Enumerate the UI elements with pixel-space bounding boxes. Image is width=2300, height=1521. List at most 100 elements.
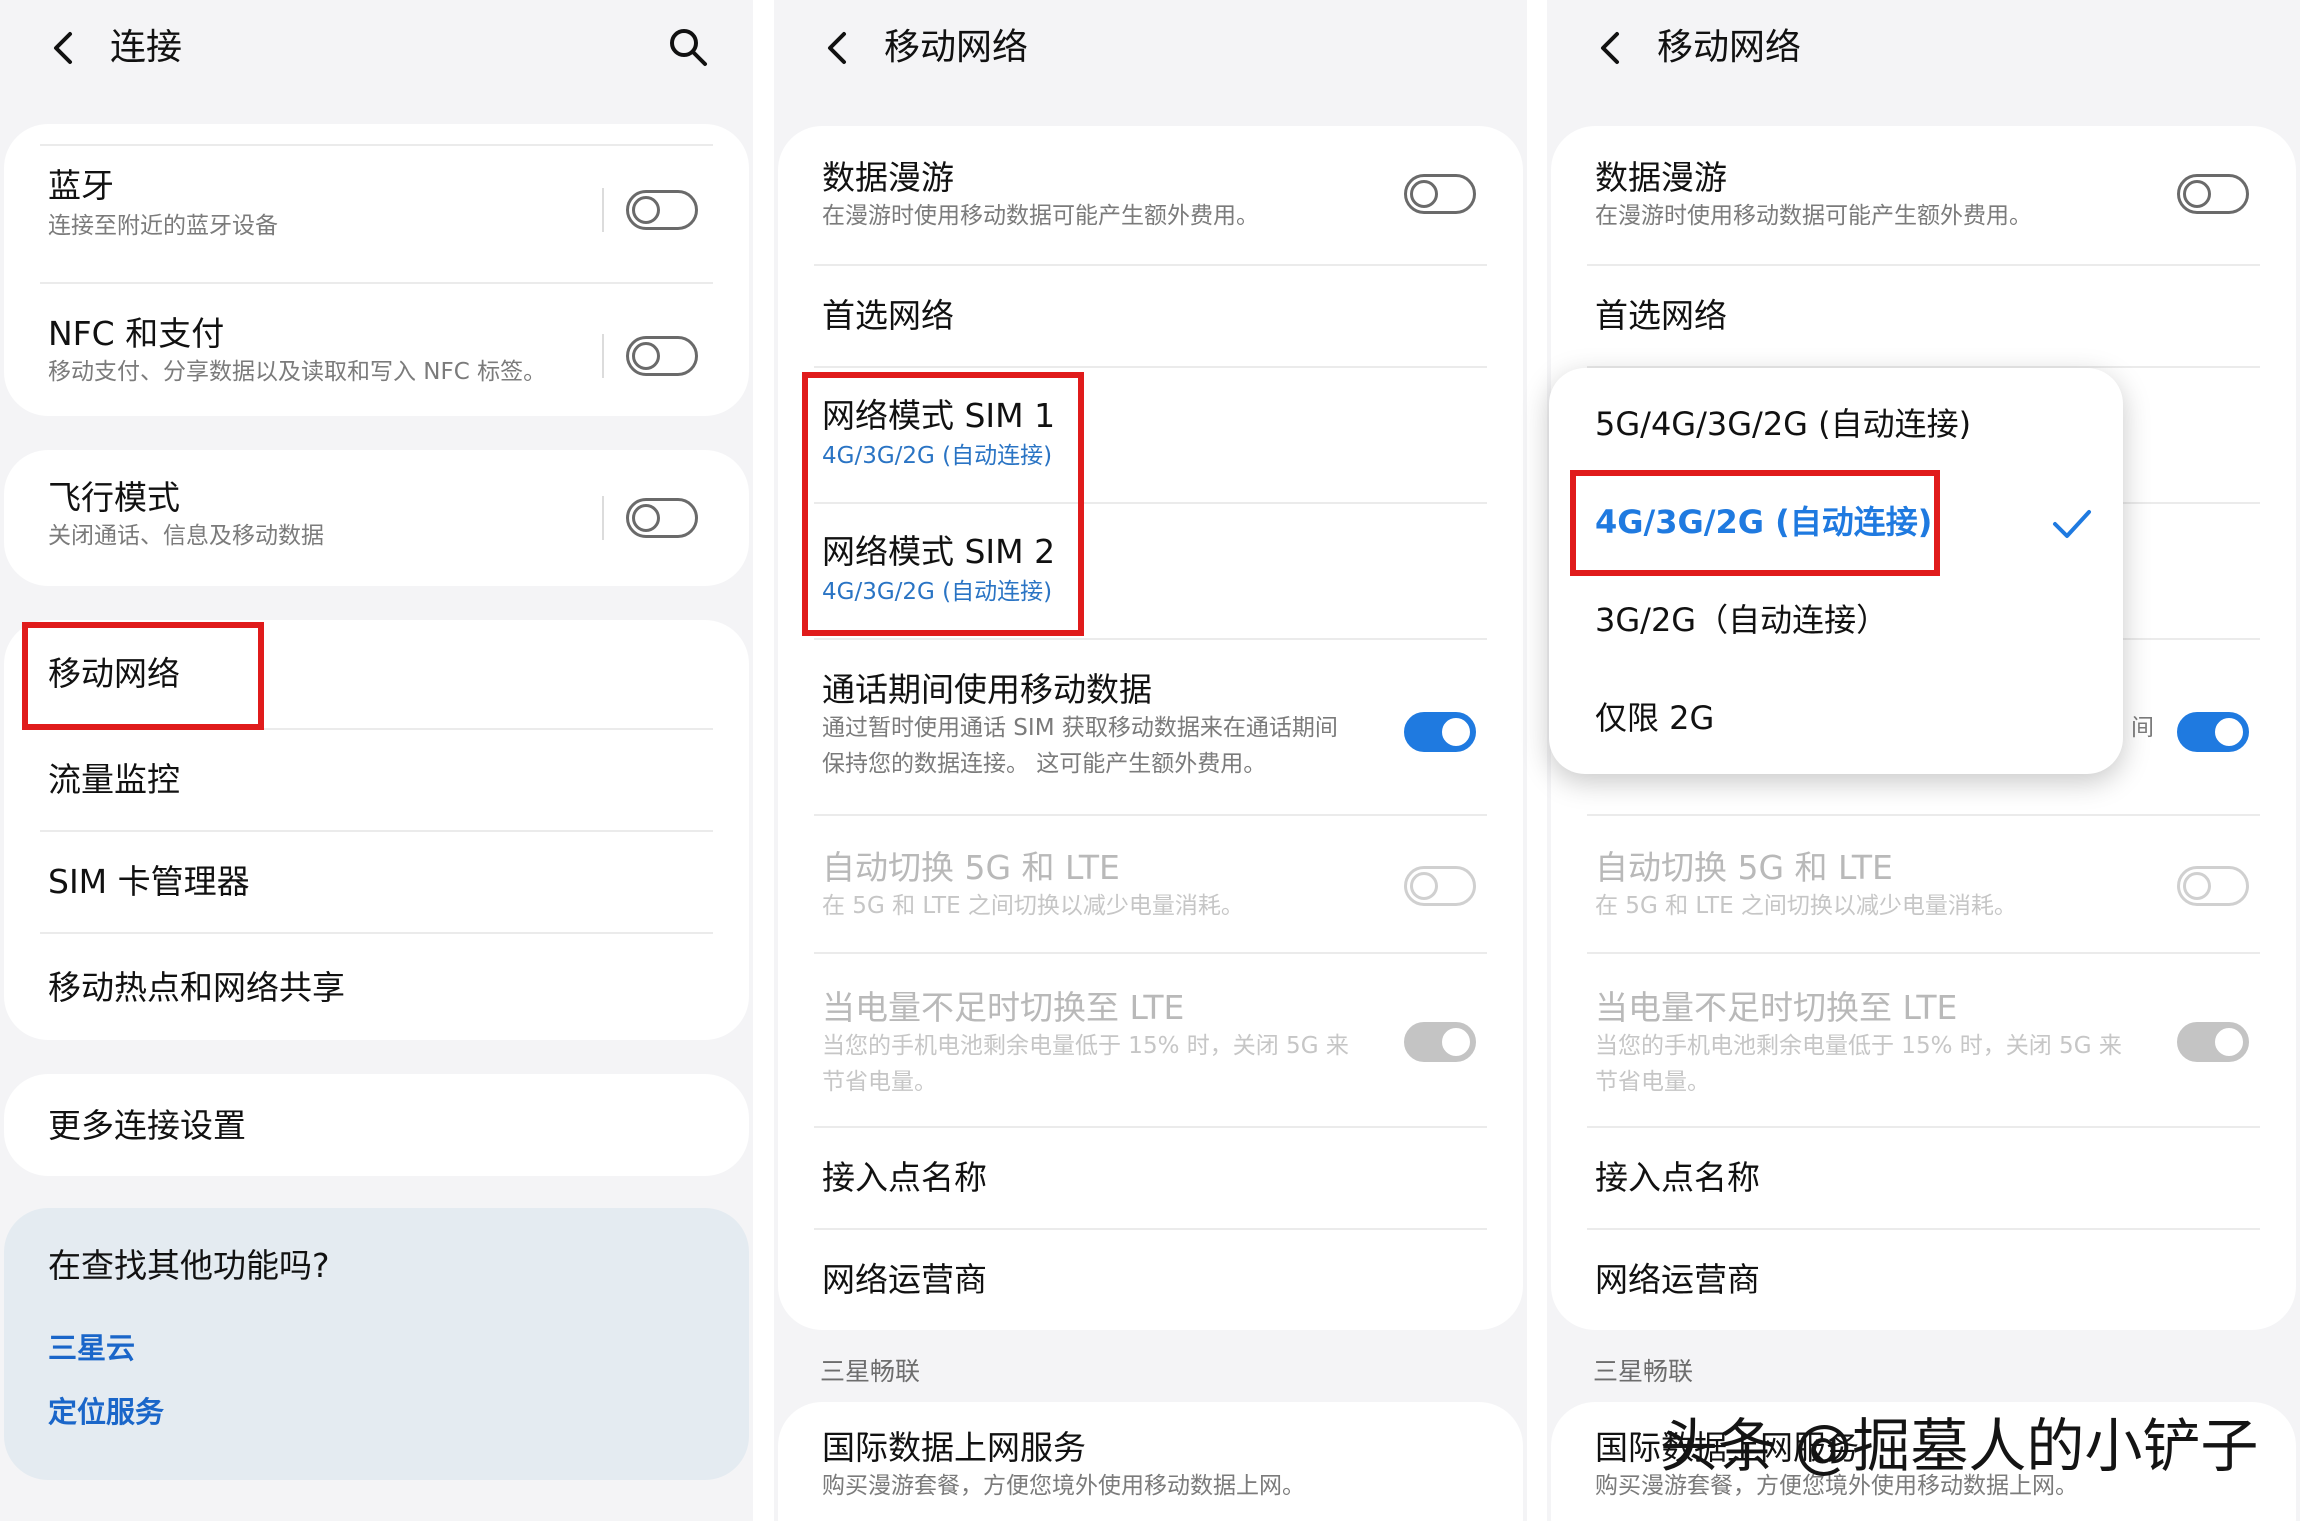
toggle-knob: [2183, 872, 2211, 900]
low-battery-row: 当电量不足时切换至 LTE 当您的手机电池剩余电量低于 15% 时，关闭 5G …: [1551, 954, 2296, 1126]
more-settings-row[interactable]: 更多连接设置: [4, 1074, 749, 1176]
hotspot-title: 移动热点和网络共享: [48, 968, 345, 1007]
separator: [602, 496, 604, 540]
airplane-toggle[interactable]: [626, 498, 698, 538]
connections-card-1: 蓝牙 连接至附近的蓝牙设备 NFC 和支付 移动支付、分享数据以及读取和写入 N…: [4, 124, 749, 416]
call-data-subtitle-1: 通过暂时使用通话 SIM 获取移动数据来在通话期间: [822, 715, 1338, 741]
airplane-mode-row[interactable]: 飞行模式 关闭通话、信息及移动数据: [4, 450, 749, 586]
airplane-card: 飞行模式 关闭通话、信息及移动数据: [4, 450, 749, 586]
low-battery-subtitle-2: 节省电量。: [822, 1069, 937, 1095]
low-battery-subtitle-1: 当您的手机电池剩余电量低于 15% 时，关闭 5G 来: [822, 1033, 1349, 1059]
roaming-toggle[interactable]: [2177, 174, 2249, 214]
samsung-cloud-link[interactable]: 三星云: [48, 1328, 135, 1368]
roaming-subtitle: 在漫游时使用移动数据可能产生额外费用。: [822, 203, 1259, 229]
toggle-knob: [1410, 872, 1438, 900]
back-arrow-icon[interactable]: [820, 28, 856, 68]
separator: [602, 188, 604, 232]
network-operators-row[interactable]: 网络运营商: [778, 1230, 1523, 1330]
nfc-subtitle: 移动支付、分享数据以及读取和写入 NFC 标签。: [48, 359, 547, 385]
mobile-network-screen: 移动网络 数据漫游 在漫游时使用移动数据可能产生额外费用。 首选网络 网络模式 …: [774, 0, 1527, 1521]
toggle-knob: [2183, 180, 2211, 208]
suggestions-card: 在查找其他功能吗? 三星云 定位服务: [4, 1208, 749, 1480]
highlight-box: [1570, 470, 1940, 576]
call-data-subtitle-2: 保持您的数据连接。 这可能产生额外费用。: [822, 751, 1267, 777]
section-header: 三星畅联: [1593, 1357, 1694, 1386]
page-title: 移动网络: [884, 27, 1029, 68]
bluetooth-subtitle: 连接至附近的蓝牙设备: [48, 213, 278, 239]
toggle-knob: [2215, 1028, 2243, 1056]
preferred-network-row[interactable]: 首选网络: [1551, 266, 2296, 366]
low-battery-toggle: [1404, 1022, 1476, 1062]
roaming-title: 数据漫游: [1595, 158, 1727, 197]
toggle-knob: [1442, 718, 1470, 746]
low-battery-subtitle-1: 当您的手机电池剩余电量低于 15% 时，关闭 5G 来: [1595, 1033, 2122, 1059]
intl-data-row[interactable]: 国际数据上网服务 购买漫游套餐，方便您境外使用移动数据上网。: [778, 1402, 1523, 1521]
data-usage-row[interactable]: 流量监控: [4, 730, 749, 830]
data-usage-title: 流量监控: [48, 760, 180, 799]
auto-switch-row: 自动切换 5G 和 LTE 在 5G 和 LTE 之间切换以减少电量消耗。: [1551, 816, 2296, 952]
network-operators-row[interactable]: 网络运营商: [1551, 1230, 2296, 1330]
network-operators-title: 网络运营商: [822, 1260, 987, 1299]
low-battery-row: 当电量不足时切换至 LTE 当您的手机电池剩余电量低于 15% 时，关闭 5G …: [778, 954, 1523, 1126]
sim-manager-row[interactable]: SIM 卡管理器: [4, 832, 749, 932]
toggle-knob: [632, 504, 660, 532]
call-data-row[interactable]: 通话期间使用移动数据 通过暂时使用通话 SIM 获取移动数据来在通话期间 保持您…: [778, 640, 1523, 814]
nfc-row[interactable]: NFC 和支付 移动支付、分享数据以及读取和写入 NFC 标签。: [4, 284, 749, 416]
option-2g-only[interactable]: 仅限 2G: [1595, 696, 1714, 740]
nfc-toggle[interactable]: [626, 336, 698, 376]
toggle-knob: [2215, 718, 2243, 746]
low-battery-title: 当电量不足时切换至 LTE: [822, 988, 1185, 1027]
apn-title: 接入点名称: [1595, 1158, 1760, 1197]
app-bar: 连接: [0, 0, 753, 98]
apn-row[interactable]: 接入点名称: [1551, 1128, 2296, 1228]
highlight-box: [802, 372, 1084, 636]
toggle-knob: [1442, 1028, 1470, 1056]
location-services-link[interactable]: 定位服务: [48, 1392, 164, 1432]
auto-switch-title: 自动切换 5G 和 LTE: [822, 848, 1120, 887]
roaming-toggle[interactable]: [1404, 174, 1476, 214]
sim-manager-title: SIM 卡管理器: [48, 862, 250, 901]
toggle-knob: [632, 342, 660, 370]
more-settings-title: 更多连接设置: [48, 1106, 246, 1145]
bluetooth-title: 蓝牙: [48, 166, 114, 205]
page-title: 连接: [110, 27, 183, 68]
roaming-subtitle: 在漫游时使用移动数据可能产生额外费用。: [1595, 203, 2032, 229]
auto-switch-row: 自动切换 5G 和 LTE 在 5G 和 LTE 之间切换以减少电量消耗。: [778, 816, 1523, 952]
airplane-title: 飞行模式: [48, 478, 180, 517]
app-bar: 移动网络: [774, 0, 1527, 98]
low-battery-subtitle-2: 节省电量。: [1595, 1069, 1710, 1095]
low-battery-toggle: [2177, 1022, 2249, 1062]
mobile-network-card: 数据漫游 在漫游时使用移动数据可能产生额外费用。 首选网络 网络模式 SIM 1…: [778, 126, 1523, 1330]
preferred-network-row[interactable]: 首选网络: [778, 266, 1523, 366]
preferred-network-title: 首选网络: [822, 296, 954, 335]
search-icon[interactable]: [667, 26, 709, 68]
toggle-knob: [1410, 180, 1438, 208]
option-3g-2g[interactable]: 3G/2G（自动连接）: [1595, 598, 1888, 642]
more-settings-card: 更多连接设置: [4, 1074, 749, 1176]
checkmark-icon: [2053, 510, 2091, 538]
network-operators-title: 网络运营商: [1595, 1260, 1760, 1299]
option-5g-4g-3g-2g[interactable]: 5G/4G/3G/2G (自动连接): [1595, 402, 1971, 446]
hotspot-row[interactable]: 移动热点和网络共享: [4, 934, 749, 1040]
call-data-partial-text: 间: [2131, 715, 2154, 741]
nfc-title: NFC 和支付: [48, 314, 225, 353]
page-title: 移动网络: [1657, 27, 1802, 68]
toggle-knob: [632, 196, 660, 224]
watermark: 头条 @掘墓人的小铲子: [1660, 1412, 2259, 1480]
data-roaming-row[interactable]: 数据漫游 在漫游时使用移动数据可能产生额外费用。: [778, 126, 1523, 264]
connections-screen: 连接 蓝牙 连接至附近的蓝牙设备 NFC 和支付 移动支付、分享数据以及读取和写…: [0, 0, 753, 1521]
auto-switch-toggle: [2177, 866, 2249, 906]
roaming-title: 数据漫游: [822, 158, 954, 197]
call-data-toggle[interactable]: [2177, 712, 2249, 752]
back-arrow-icon[interactable]: [46, 28, 82, 68]
auto-switch-toggle: [1404, 866, 1476, 906]
data-roaming-row[interactable]: 数据漫游 在漫游时使用移动数据可能产生额外费用。: [1551, 126, 2296, 264]
suggestions-title: 在查找其他功能吗?: [48, 1246, 330, 1285]
apn-row[interactable]: 接入点名称: [778, 1128, 1523, 1228]
call-data-toggle[interactable]: [1404, 712, 1476, 752]
back-arrow-icon[interactable]: [1593, 28, 1629, 68]
bluetooth-toggle[interactable]: [626, 190, 698, 230]
intl-data-subtitle: 购买漫游套餐，方便您境外使用移动数据上网。: [822, 1473, 1305, 1499]
intl-data-title: 国际数据上网服务: [822, 1428, 1086, 1467]
bluetooth-row[interactable]: 蓝牙 连接至附近的蓝牙设备: [4, 144, 749, 282]
